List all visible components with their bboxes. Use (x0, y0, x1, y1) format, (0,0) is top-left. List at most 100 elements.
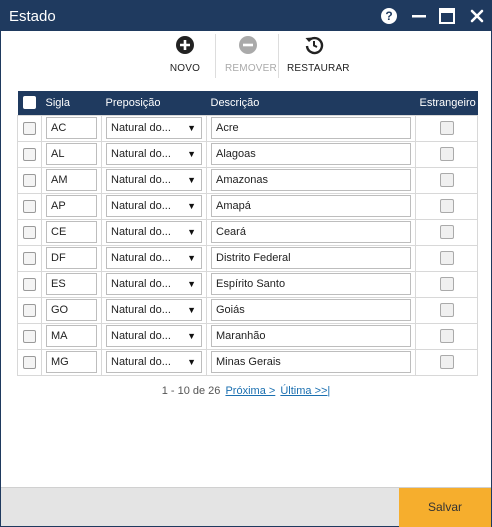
descricao-input[interactable]: Amazonas (211, 169, 411, 191)
estrangeiro-checkbox[interactable] (439, 173, 454, 188)
preposicao-select[interactable]: Natural do... ▼ (106, 195, 202, 217)
remover-label: REMOVER (225, 63, 277, 74)
estrangeiro-checkbox[interactable] (439, 199, 454, 214)
restaurar-button[interactable]: RESTAURAR (287, 35, 350, 74)
estrangeiro-checkbox[interactable] (439, 303, 454, 318)
save-button[interactable]: Salvar (399, 488, 491, 527)
descricao-input[interactable]: Acre (211, 117, 411, 139)
last-page-link[interactable]: Última >>| (280, 385, 330, 397)
preposicao-select[interactable]: Natural do... ▼ (106, 273, 202, 295)
preposicao-select[interactable]: Natural do... ▼ (106, 221, 202, 243)
descricao-input[interactable]: Maranhão (211, 325, 411, 347)
row-checkbox[interactable] (23, 200, 36, 214)
minimize-icon[interactable] (411, 8, 427, 24)
row-checkbox[interactable] (23, 226, 36, 240)
column-header-estrangeiro[interactable]: Estrangeiro (415, 91, 478, 115)
descricao-input[interactable]: Goiás (211, 299, 411, 321)
preposicao-cell: Natural do... ▼ (101, 348, 207, 376)
row-checkbox[interactable] (23, 122, 36, 136)
row-select-cell (17, 166, 42, 194)
preposicao-value: Natural do... (111, 148, 171, 160)
sigla-input[interactable]: AM (46, 169, 97, 191)
descricao-cell: Goiás (206, 296, 416, 324)
remover-button[interactable]: REMOVER (225, 35, 277, 74)
row-select-cell (17, 114, 42, 142)
preposicao-select[interactable]: Natural do... ▼ (106, 117, 202, 139)
row-select-cell (17, 322, 42, 350)
row-checkbox[interactable] (23, 174, 36, 188)
window-title: Estado (9, 8, 56, 25)
sigla-cell: AP (41, 192, 102, 220)
descricao-cell: Distrito Federal (206, 244, 416, 272)
sigla-input[interactable]: DF (46, 247, 97, 269)
row-select-cell (17, 192, 42, 220)
next-page-link[interactable]: Próxima > (225, 385, 275, 397)
estrangeiro-checkbox[interactable] (439, 329, 454, 344)
toolbar-divider (215, 34, 216, 78)
row-select-cell (17, 244, 42, 272)
preposicao-select[interactable]: Natural do... ▼ (106, 325, 202, 347)
row-select-cell (17, 296, 42, 324)
footer-bar: Salvar (1, 487, 491, 527)
preposicao-value: Natural do... (111, 356, 171, 368)
preposicao-select[interactable]: Natural do... ▼ (106, 247, 202, 269)
row-checkbox[interactable] (23, 330, 36, 344)
table-row: AP Natural do... ▼ Amapá (17, 192, 478, 220)
dropdown-arrow-icon: ▼ (187, 279, 196, 289)
preposicao-value: Natural do... (111, 278, 171, 290)
row-checkbox[interactable] (23, 304, 36, 318)
maximize-icon[interactable] (439, 8, 455, 24)
row-checkbox[interactable] (23, 278, 36, 292)
estrangeiro-checkbox[interactable] (439, 251, 454, 266)
novo-button[interactable]: NOVO (167, 35, 203, 74)
select-all-header (17, 91, 42, 115)
row-select-cell (17, 270, 42, 298)
dropdown-arrow-icon: ▼ (187, 331, 196, 341)
descricao-cell: Minas Gerais (206, 348, 416, 376)
row-checkbox[interactable] (23, 252, 36, 266)
close-icon[interactable] (469, 8, 485, 24)
preposicao-select[interactable]: Natural do... ▼ (106, 169, 202, 191)
preposicao-select[interactable]: Natural do... ▼ (106, 351, 202, 373)
sigla-input[interactable]: AP (46, 195, 97, 217)
row-select-cell (17, 348, 42, 376)
descricao-input[interactable]: Amapá (211, 195, 411, 217)
column-header-descricao[interactable]: Descrição (206, 91, 416, 115)
column-header-preposicao[interactable]: Preposição (101, 91, 207, 115)
sigla-input[interactable]: AC (46, 117, 97, 139)
help-icon[interactable]: ? (381, 8, 397, 24)
table-row: MG Natural do... ▼ Minas Gerais (17, 348, 478, 376)
sigla-input[interactable]: GO (46, 299, 97, 321)
descricao-input[interactable]: Ceará (211, 221, 411, 243)
preposicao-select[interactable]: Natural do... ▼ (106, 299, 202, 321)
sigla-cell: MG (41, 348, 102, 376)
sigla-input[interactable]: MA (46, 325, 97, 347)
preposicao-value: Natural do... (111, 122, 171, 134)
select-all-checkbox[interactable] (23, 96, 36, 110)
estrangeiro-checkbox[interactable] (439, 121, 454, 136)
estrangeiro-checkbox[interactable] (439, 225, 454, 240)
column-header-sigla[interactable]: Sigla (41, 91, 102, 115)
sigla-input[interactable]: AL (46, 143, 97, 165)
row-checkbox[interactable] (23, 356, 36, 370)
estrangeiro-checkbox[interactable] (439, 355, 454, 370)
estrangeiro-checkbox[interactable] (439, 147, 454, 162)
estrangeiro-cell (415, 296, 478, 324)
descricao-input[interactable]: Distrito Federal (211, 247, 411, 269)
descricao-input[interactable]: Minas Gerais (211, 351, 411, 373)
row-checkbox[interactable] (23, 148, 36, 162)
estrangeiro-checkbox[interactable] (439, 277, 454, 292)
preposicao-select[interactable]: Natural do... ▼ (106, 143, 202, 165)
estrangeiro-cell (415, 140, 478, 168)
plus-circle-icon (175, 35, 195, 55)
descricao-input[interactable]: Alagoas (211, 143, 411, 165)
novo-label: NOVO (169, 63, 201, 74)
sigla-input[interactable]: CE (46, 221, 97, 243)
preposicao-cell: Natural do... ▼ (101, 218, 207, 246)
sigla-input[interactable]: ES (46, 273, 97, 295)
sigla-input[interactable]: MG (46, 351, 97, 373)
descricao-input[interactable]: Espírito Santo (211, 273, 411, 295)
sigla-cell: GO (41, 296, 102, 324)
row-select-cell (17, 140, 42, 168)
dropdown-arrow-icon: ▼ (187, 201, 196, 211)
